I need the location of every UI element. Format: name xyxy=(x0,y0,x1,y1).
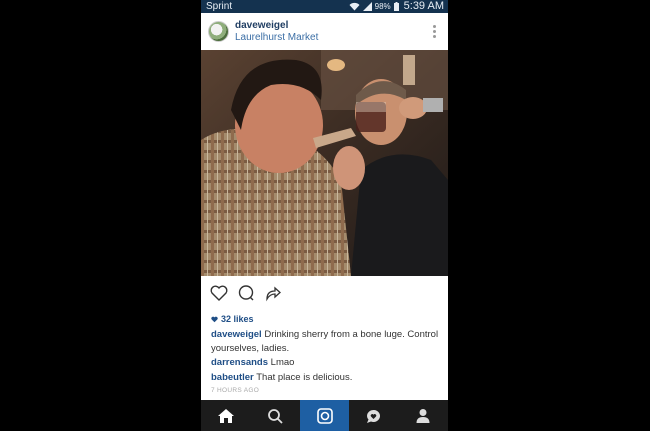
comment-row: darrensands Lmao xyxy=(211,357,294,368)
post-caption: daveweigel Drinking sherry from a bone l… xyxy=(211,328,441,356)
nav-search[interactable] xyxy=(250,400,299,431)
camera-icon xyxy=(316,407,333,424)
signal-icon xyxy=(362,2,372,11)
small-heart-icon xyxy=(211,316,218,322)
comment-text: That place is delicious. xyxy=(253,372,353,383)
status-right: 98% 5:39 AM xyxy=(349,0,444,13)
bottom-nav xyxy=(201,400,448,431)
nav-camera[interactable] xyxy=(299,400,350,431)
share-icon[interactable] xyxy=(263,283,283,303)
home-icon xyxy=(217,408,234,423)
comment-row: babeutler That place is delicious. xyxy=(211,372,352,383)
activity-icon xyxy=(367,409,381,423)
more-options-icon[interactable] xyxy=(433,25,436,39)
carrier-label: Sprint xyxy=(206,1,233,12)
status-bar: Sprint 98% 5:39 AM xyxy=(201,0,448,13)
comment-icon[interactable] xyxy=(236,283,256,303)
post-header: daveweigel Laurelhurst Market xyxy=(201,13,448,50)
comment-text: Lmao xyxy=(268,357,295,368)
nav-activity[interactable] xyxy=(349,400,398,431)
heart-icon[interactable] xyxy=(209,283,229,303)
caption-username[interactable]: daveweigel xyxy=(211,329,262,340)
post-timestamp: 7 HOURS AGO xyxy=(211,387,260,394)
nav-profile[interactable] xyxy=(399,400,448,431)
phone-screen: Sprint 98% 5:39 AM daveweigel Laurelhurs… xyxy=(201,0,448,431)
comment-username[interactable]: babeutler xyxy=(211,372,254,383)
profile-icon xyxy=(416,408,430,423)
likes-row[interactable]: 32 likes xyxy=(211,314,254,324)
post-username[interactable]: daveweigel xyxy=(235,20,288,31)
post-actions xyxy=(201,276,448,312)
likes-count: 32 likes xyxy=(221,314,254,324)
clock: 5:39 AM xyxy=(403,0,444,12)
avatar[interactable] xyxy=(208,21,229,42)
comment-username[interactable]: darrensands xyxy=(211,357,268,368)
post-photo[interactable] xyxy=(201,50,448,276)
battery-percent: 98% xyxy=(374,2,391,11)
photo-image xyxy=(201,50,448,276)
wifi-icon xyxy=(349,2,360,11)
nav-home[interactable] xyxy=(201,400,250,431)
battery-icon xyxy=(393,2,399,11)
post-location[interactable]: Laurelhurst Market xyxy=(235,32,318,43)
search-icon xyxy=(268,408,283,424)
